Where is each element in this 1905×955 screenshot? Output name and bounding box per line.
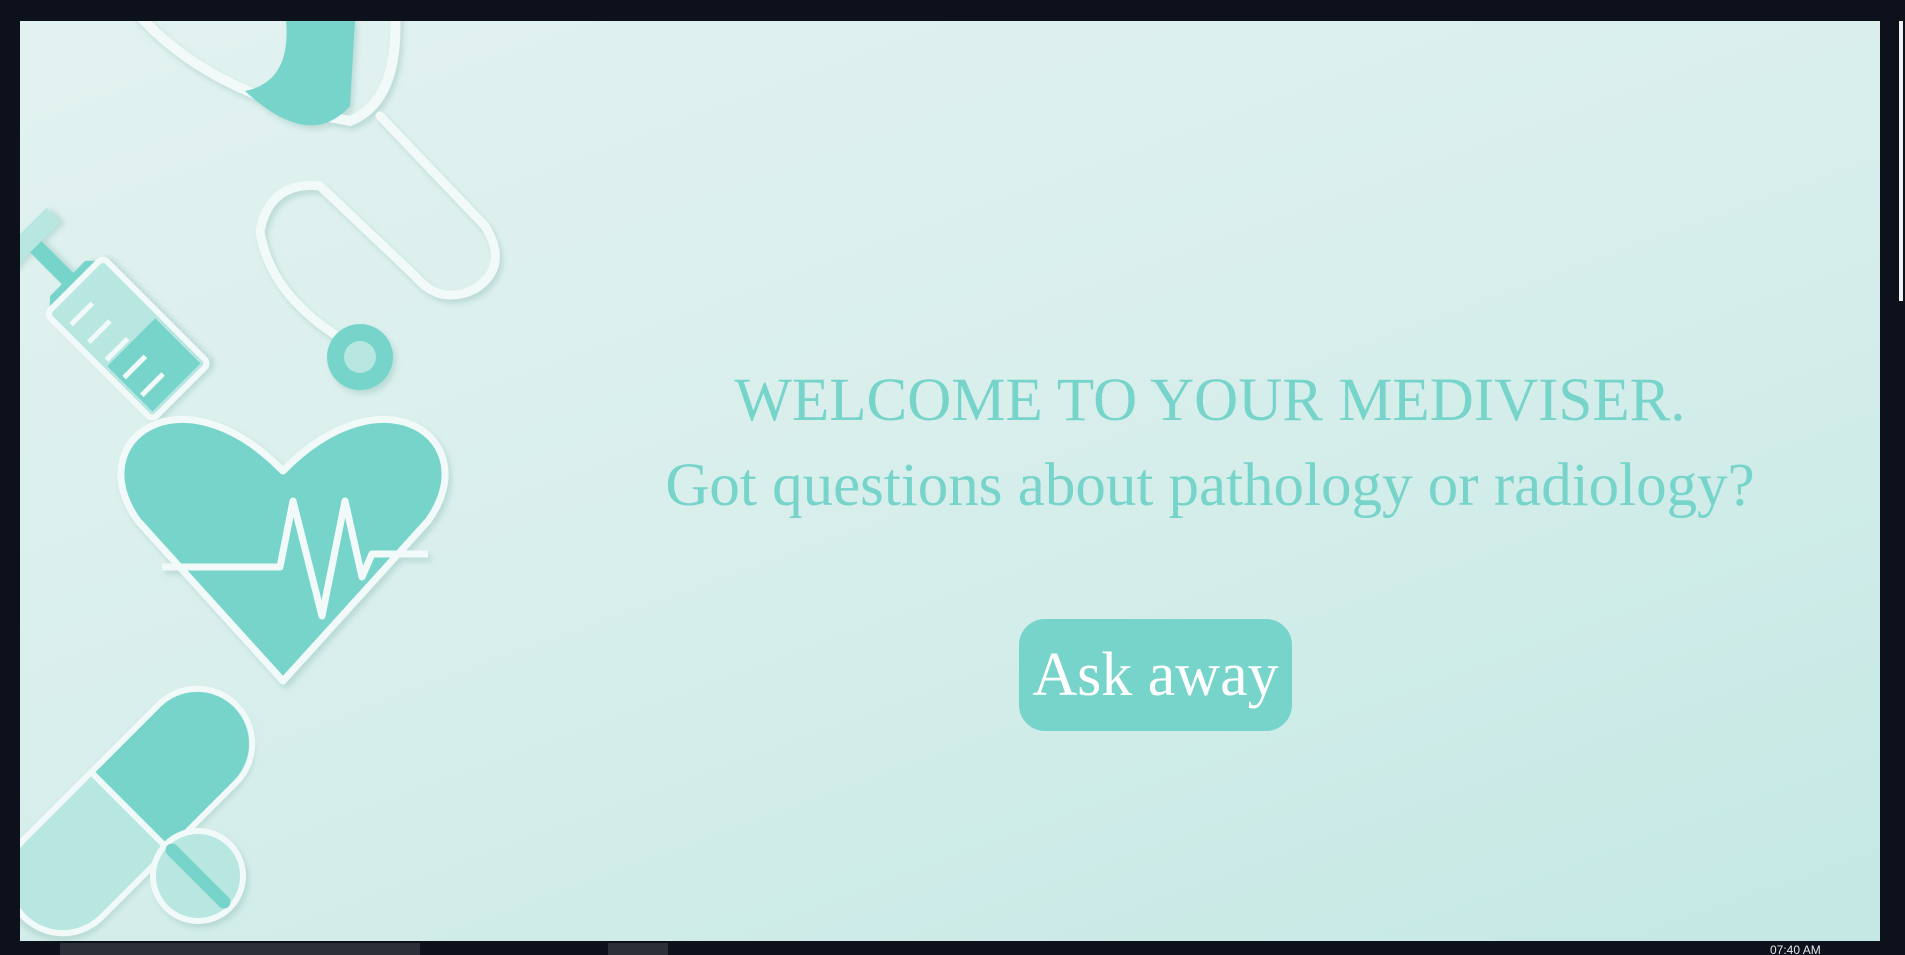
taskbar: 07:40 AM <box>0 941 1905 955</box>
stethoscope-icon <box>137 21 500 390</box>
taskbar-browser-button[interactable] <box>608 943 668 955</box>
heartbeat-icon <box>117 415 449 685</box>
medical-illustration <box>20 21 500 937</box>
scrollbar-thumb[interactable] <box>1899 21 1903 301</box>
pill-tablet-icon <box>150 828 246 924</box>
hero-section: WELCOME TO YOUR MEDIVISER. Got questions… <box>540 21 1880 941</box>
syringe-icon <box>20 207 210 421</box>
taskbar-app-button[interactable] <box>60 943 420 955</box>
page-viewport: WELCOME TO YOUR MEDIVISER. Got questions… <box>20 21 1880 941</box>
welcome-heading: WELCOME TO YOUR MEDIVISER. <box>734 367 1686 434</box>
welcome-subtitle: Got questions about pathology or radiolo… <box>665 452 1755 519</box>
tray-clock[interactable]: 07:40 AM <box>1770 944 1821 955</box>
ask-away-button[interactable]: Ask away <box>1019 619 1292 731</box>
page-scrollbar[interactable] <box>1880 21 1905 941</box>
